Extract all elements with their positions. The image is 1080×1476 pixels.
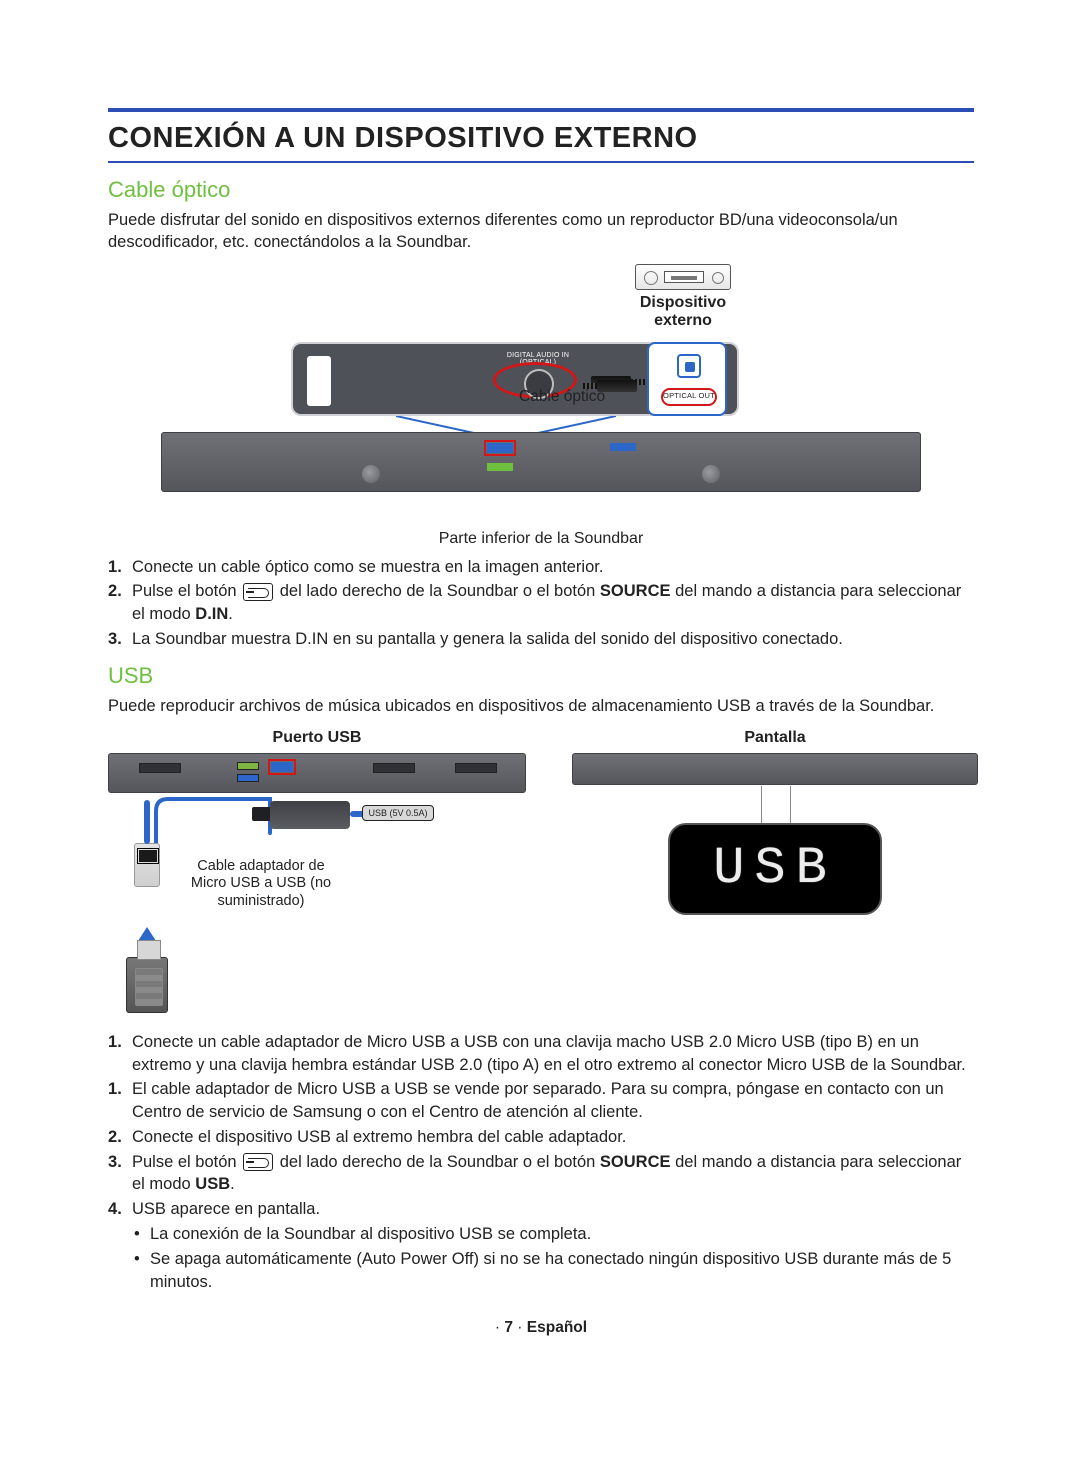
display-panel-icon: USB [668, 823, 882, 915]
usb-adapter-caption: Cable adaptador de Micro USB a USB (no s… [176, 858, 346, 910]
section-heading-optical: Cable óptico [108, 177, 974, 203]
usb-port-badge: USB (5V 0.5A) [362, 805, 434, 821]
optical-plug-icon [597, 380, 637, 392]
text: del lado derecho de la Soundbar o el bot… [275, 1153, 600, 1171]
footer-language: Español [527, 1319, 587, 1336]
list-item: Pulse el botón del lado derecho de la So… [108, 1151, 974, 1197]
micro-usb-port-icon [271, 762, 293, 772]
usb-figure-row: Puerto USB USB (5V 0.5A) Cable adaptador… [108, 727, 974, 1013]
list-item-check: El cable adaptador de Micro USB a USB se… [108, 1078, 974, 1124]
source-word: SOURCE [600, 1153, 671, 1171]
list-item: Conecte un cable adaptador de Micro USB … [108, 1031, 974, 1077]
mode-word: D.IN [195, 605, 228, 623]
source-button-icon [243, 583, 273, 601]
page-footer: · 7 · Español [108, 1319, 974, 1337]
section-heading-usb: USB [108, 663, 974, 689]
top-rule [108, 108, 974, 112]
usb-a-female-icon [134, 843, 160, 887]
usb-steps-list: Conecte un cable adaptador de Micro USB … [108, 1031, 974, 1293]
soundbar-bottom-icon [161, 432, 921, 492]
display-figure: USB [572, 753, 978, 1013]
text: USB aparece en pantalla. [132, 1200, 320, 1218]
list-item: Se apaga automáticamente (Auto Power Off… [132, 1248, 974, 1294]
text: Pulse el botón [132, 582, 241, 600]
list-item: USB aparece en pantalla. La conexión de … [108, 1198, 974, 1293]
optical-out-label: OPTICAL OUT [649, 391, 729, 400]
source-button-icon [243, 1153, 273, 1171]
list-item: Conecte el dispositivo USB al extremo he… [108, 1126, 974, 1149]
optical-steps-list: Conecte un cable óptico como se muestra … [108, 556, 974, 651]
soundbar-mini-icon [108, 753, 526, 793]
page-number: 7 [504, 1319, 513, 1336]
list-item: Conecte un cable óptico como se muestra … [108, 556, 974, 579]
list-item: Pulse el botón del lado derecho de la So… [108, 580, 974, 626]
sub-bullets: La conexión de la Soundbar al dispositiv… [132, 1223, 974, 1293]
list-item: La Soundbar muestra D.IN en su pantalla … [108, 628, 974, 651]
optical-figure: Dispositivo externo DIGITAL AUDIO IN (OP… [108, 264, 974, 524]
list-item: La conexión de la Soundbar al dispositiv… [132, 1223, 974, 1246]
page-title: CONEXIÓN A UN DISPOSITIVO EXTERNO [108, 122, 974, 163]
usb-intro: Puede reproducir archivos de música ubic… [108, 695, 974, 717]
source-word: SOURCE [600, 582, 671, 600]
display-heading: Pantalla [572, 729, 978, 747]
mode-word: USB [195, 1175, 230, 1193]
usb-port-heading: Puerto USB [108, 729, 526, 747]
external-device-port-box: OPTICAL OUT [647, 342, 727, 416]
text: Pulse el botón [132, 1153, 241, 1171]
display-readout: USB [713, 839, 837, 898]
soundbar-front-icon [572, 753, 978, 785]
optical-intro: Puede disfrutar del sonido en dispositiv… [108, 209, 974, 254]
text: . [230, 1175, 235, 1193]
external-device-icon [635, 264, 731, 290]
optical-cable-label: Cable óptico [519, 388, 605, 406]
text: . [228, 605, 233, 623]
external-device-label: Dispositivo externo [635, 294, 731, 331]
micro-usb-plug-icon [270, 801, 350, 829]
usb-stick-icon [126, 957, 168, 1013]
optical-out-jack-icon [677, 354, 701, 378]
text: del lado derecho de la Soundbar o el bot… [275, 582, 600, 600]
optical-figure-caption: Parte inferior de la Soundbar [108, 530, 974, 548]
usb-port-figure: USB (5V 0.5A) Cable adaptador de Micro U… [108, 753, 526, 1013]
